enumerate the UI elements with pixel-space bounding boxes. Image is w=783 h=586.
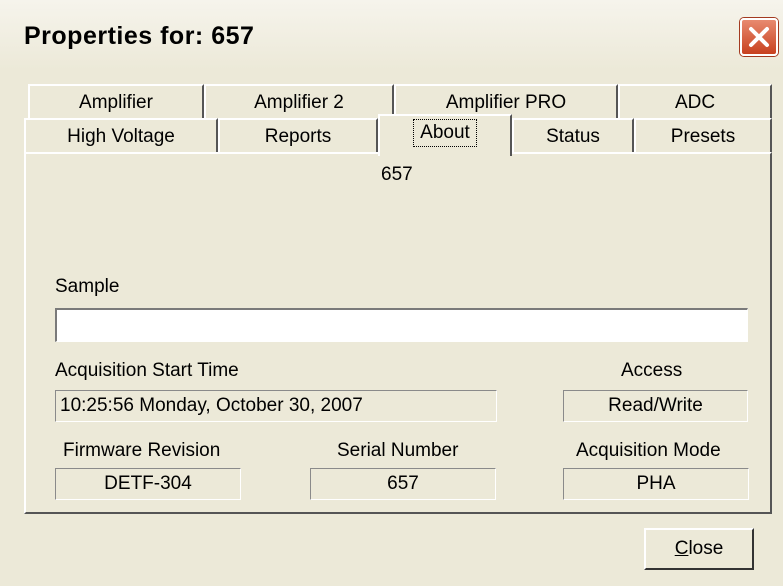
access-value: Read/Write xyxy=(563,390,748,422)
tab-amplifier[interactable]: Amplifier xyxy=(28,84,204,120)
tab-label: Amplifier xyxy=(79,92,153,113)
acquisition-start-time-label: Acquisition Start Time xyxy=(55,360,239,381)
properties-dialog: Properties for: 657 Amplifier Amplifier … xyxy=(0,0,783,586)
tab-label: About xyxy=(413,119,477,147)
sample-label: Sample xyxy=(55,276,120,297)
tab-status[interactable]: Status xyxy=(512,118,634,154)
close-x-icon[interactable] xyxy=(740,18,778,56)
serial-number-value: 657 xyxy=(310,468,496,500)
tab-presets[interactable]: Presets xyxy=(634,118,772,154)
tab-label: Status xyxy=(546,126,600,147)
tab-label: Presets xyxy=(670,126,736,147)
window-title: Properties for: 657 xyxy=(24,22,255,50)
acquisition-start-time-value: 10:25:56 Monday, October 30, 2007 xyxy=(55,390,497,422)
firmware-revision-value: DETF-304 xyxy=(55,468,241,500)
tab-label: Reports xyxy=(264,126,332,147)
tab-adc[interactable]: ADC xyxy=(618,84,772,120)
device-name-label: 657 xyxy=(381,164,413,185)
tab-high-voltage[interactable]: High Voltage xyxy=(24,118,218,154)
close-mnemonic: C xyxy=(674,538,689,559)
tab-reports[interactable]: Reports xyxy=(218,118,378,154)
acquisition-mode-label: Acquisition Mode xyxy=(576,440,721,461)
sample-input[interactable] xyxy=(55,308,748,342)
tab-label: ADC xyxy=(674,92,716,113)
access-label: Access xyxy=(621,360,683,381)
tab-label: Amplifier 2 xyxy=(254,92,344,113)
tab-about[interactable]: About xyxy=(378,114,512,156)
title-bar[interactable]: Properties for: 657 xyxy=(0,0,783,70)
tab-label: High Voltage xyxy=(67,126,175,147)
firmware-revision-label: Firmware Revision xyxy=(63,440,221,461)
acquisition-mode-value: PHA xyxy=(563,468,749,500)
serial-number-label: Serial Number xyxy=(337,440,459,461)
tab-amplifier-2[interactable]: Amplifier 2 xyxy=(204,84,394,120)
close-button[interactable]: Close xyxy=(644,528,754,570)
close-label-rest: lose xyxy=(688,538,724,559)
